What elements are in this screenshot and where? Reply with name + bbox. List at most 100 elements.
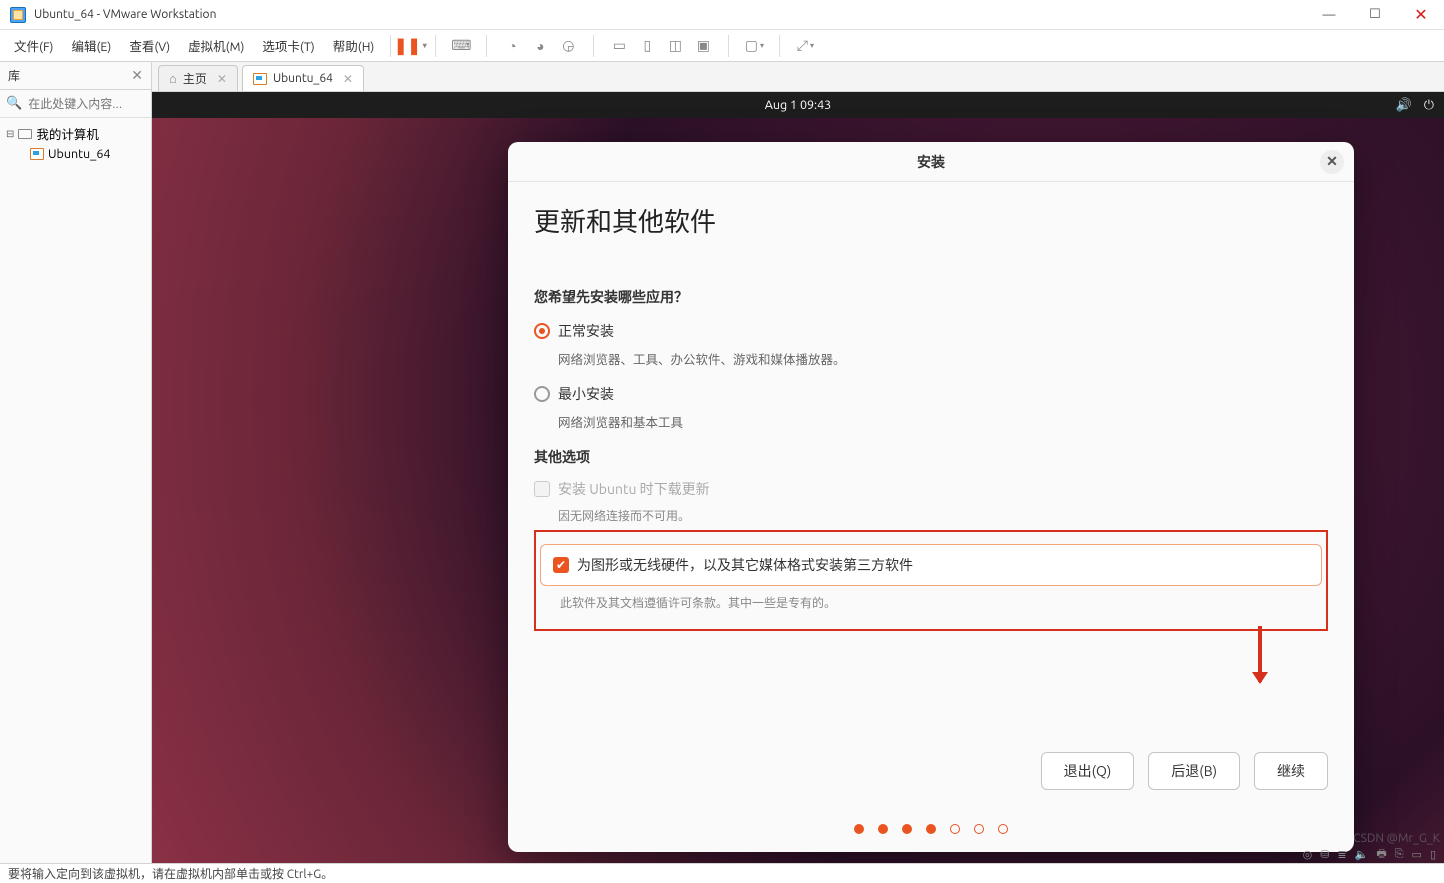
tab-ubuntu64-label: Ubuntu_64 (273, 72, 333, 85)
radio-icon (534, 323, 550, 339)
menu-view[interactable]: 查看(V) (121, 32, 178, 59)
tree-vm-ubuntu64[interactable]: Ubuntu_64 (2, 145, 149, 163)
tray-network-icon[interactable]: ≣ (1337, 848, 1346, 861)
revert-snapshot-button[interactable]: ◕ (529, 35, 551, 57)
radio-minimal-label: 最小安装 (558, 384, 614, 404)
radio-normal-install[interactable]: 正常安装 (534, 321, 1328, 341)
checkbox-updates-label: 安装 Ubuntu 时下载更新 (558, 479, 710, 499)
radio-minimal-install[interactable]: 最小安装 (534, 384, 1328, 404)
menu-file[interactable]: 文件(F) (6, 32, 61, 59)
menu-list: 文件(F) 编辑(E) 查看(V) 虚拟机(M) 选项卡(T) 帮助(H) (6, 32, 382, 59)
close-button[interactable]: ✕ (1398, 0, 1444, 29)
installer-heading: 更新和其他软件 (534, 202, 1328, 239)
snapshot-button[interactable]: ◔ (501, 35, 523, 57)
tab-ubuntu64-close-icon[interactable]: ✕ (343, 72, 353, 86)
menu-help[interactable]: 帮助(H) (325, 32, 383, 59)
progress-dot (974, 824, 984, 834)
view-single-button[interactable]: ▭ (608, 35, 630, 57)
tray-harddisk-icon[interactable]: ⛁ (1320, 848, 1329, 861)
tray-usb-icon[interactable]: ⎘ (1395, 848, 1404, 861)
progress-dot (854, 824, 864, 834)
maximize-button[interactable]: ☐ (1352, 0, 1398, 29)
installer-close-button[interactable]: ✕ (1320, 150, 1344, 174)
terminal-button[interactable]: ▢▾ (743, 35, 765, 57)
progress-dot (878, 824, 888, 834)
desc-normal: 网络浏览器、工具、办公软件、游戏和媒体播放器。 (558, 349, 1328, 368)
statusbar: 要将输入定向到该虚拟机，请在虚拟机内部单击或按 Ctrl+G。 (0, 863, 1444, 883)
tray-printer-icon[interactable]: 🖶 (1376, 845, 1386, 864)
tab-home[interactable]: ⌂ 主页 ✕ (158, 65, 238, 91)
sidebar-header: 库 ✕ (0, 62, 151, 90)
main-row: 库 ✕ 🔍 ▾ ⊟ 我的计算机 Ubuntu_64 ⌂ 主页 ✕ (0, 62, 1444, 863)
vm-tree: ⊟ 我的计算机 Ubuntu_64 (0, 118, 151, 167)
ubuntu-installer-dialog: 安装 ✕ 更新和其他软件 您希望先安装哪些应用？ 正常安装 网络浏览器、工具、办… (508, 142, 1354, 852)
search-icon: 🔍 (6, 96, 22, 111)
note-thirdparty: 此软件及其文档遵循许可条款。其中一些是专有的。 (560, 594, 1326, 611)
progress-dot (998, 824, 1008, 834)
progress-dot (926, 824, 936, 834)
sidebar-title: 库 (8, 67, 20, 84)
fullscreen-button[interactable]: ⤢▾ (794, 35, 816, 57)
minimize-button[interactable]: — (1306, 0, 1352, 29)
tree-root-label: 我的计算机 (36, 124, 99, 143)
ubuntu-topbar: Aug 1 09:43 🔊 ⏻ (152, 92, 1444, 118)
back-button[interactable]: 后退(B) (1148, 752, 1240, 790)
installer-titlebar: 安装 ✕ (508, 142, 1354, 182)
tray-cdrom-icon[interactable]: ◎ (1303, 848, 1313, 861)
progress-dot (950, 824, 960, 834)
ubuntu-topbar-right: 🔊 ⏻ (1396, 98, 1434, 113)
ubuntu-desktop: Aug 1 09:43 🔊 ⏻ 安装 ✕ 更新和其他软件 您希望先安装哪些应用？ (152, 92, 1444, 863)
radio-icon (534, 386, 550, 402)
installer-title: 安装 (917, 152, 945, 172)
vmware-app-icon (10, 7, 26, 23)
continue-button[interactable]: 继续 (1254, 752, 1328, 790)
sidebar-search: 🔍 ▾ (0, 90, 151, 118)
annotation-highlight-box: ✔ 为图形或无线硬件，以及其它媒体格式安装第三方软件 此软件及其文档遵循许可条款… (534, 530, 1328, 631)
note-updates-unavailable: 因无网络连接而不可用。 (558, 507, 1328, 524)
tab-ubuntu64[interactable]: Ubuntu_64 ✕ (242, 65, 364, 91)
tray-display-icon[interactable]: ▭ (1412, 848, 1422, 861)
send-ctrl-alt-del-button[interactable]: ⌨ (450, 35, 472, 57)
desc-minimal: 网络浏览器和基本工具 (558, 412, 1328, 431)
snapshot-manager-button[interactable]: ◶ (557, 35, 579, 57)
checkbox-download-updates: 安装 Ubuntu 时下载更新 (534, 479, 1328, 499)
tree-vm-label: Ubuntu_64 (48, 147, 110, 161)
menu-tabs[interactable]: 选项卡(T) (254, 32, 322, 59)
checkbox-icon (534, 481, 550, 497)
pause-vm-button[interactable]: ❚❚▾ (399, 35, 421, 57)
menu-vm[interactable]: 虚拟机(M) (180, 32, 252, 59)
menu-edit[interactable]: 编辑(E) (63, 32, 119, 59)
right-area: ⌂ 主页 ✕ Ubuntu_64 ✕ Aug 1 09:43 🔊 ⏻ (152, 62, 1444, 863)
volume-icon[interactable]: 🔊 (1396, 98, 1412, 113)
power-icon[interactable]: ⏻ (1424, 98, 1434, 113)
tabstrip: ⌂ 主页 ✕ Ubuntu_64 ✕ (152, 62, 1444, 92)
tray-message-icon[interactable]: ▯ (1430, 848, 1436, 861)
view-multiple-button[interactable]: ▣ (692, 35, 714, 57)
tree-collapse-icon[interactable]: ⊟ (6, 128, 14, 140)
window-controls: — ☐ ✕ (1306, 0, 1444, 29)
ubuntu-clock: Aug 1 09:43 (765, 98, 832, 112)
menubar: 文件(F) 编辑(E) 查看(V) 虚拟机(M) 选项卡(T) 帮助(H) ❚❚… (0, 30, 1444, 62)
tab-home-close-icon[interactable]: ✕ (217, 72, 227, 86)
installer-buttons: 退出(Q) 后退(B) 继续 (1041, 752, 1328, 790)
view-console-button[interactable]: ▯ (636, 35, 658, 57)
subhead-other-options: 其他选项 (534, 447, 1328, 467)
vm-icon (253, 73, 267, 85)
toolbar: ❚❚▾ ⌨ ◔ ◕ ◶ ▭ ▯ ◫ ▣ ▢▾ ⤢▾ (399, 35, 816, 57)
library-sidebar: 库 ✕ 🔍 ▾ ⊟ 我的计算机 Ubuntu_64 (0, 62, 152, 863)
vm-viewport[interactable]: Aug 1 09:43 🔊 ⏻ 安装 ✕ 更新和其他软件 您希望先安装哪些应用？ (152, 92, 1444, 863)
vm-icon (30, 148, 44, 160)
tray-sound-icon[interactable]: 🔈 (1355, 848, 1369, 861)
checkbox-icon: ✔ (553, 557, 569, 573)
tree-root-my-computer[interactable]: ⊟ 我的计算机 (2, 122, 149, 145)
progress-dots (508, 824, 1354, 834)
annotation-arrow (1258, 626, 1262, 682)
view-unity-button[interactable]: ◫ (664, 35, 686, 57)
tab-home-label: 主页 (183, 70, 207, 87)
quit-button[interactable]: 退出(Q) (1041, 752, 1135, 790)
sidebar-close-icon[interactable]: ✕ (131, 67, 143, 84)
checkbox-thirdparty-label: 为图形或无线硬件，以及其它媒体格式安装第三方软件 (577, 555, 913, 575)
home-icon: ⌂ (169, 71, 177, 86)
checkbox-thirdparty-row[interactable]: ✔ 为图形或无线硬件，以及其它媒体格式安装第三方软件 (540, 544, 1322, 586)
radio-normal-label: 正常安装 (558, 321, 614, 341)
